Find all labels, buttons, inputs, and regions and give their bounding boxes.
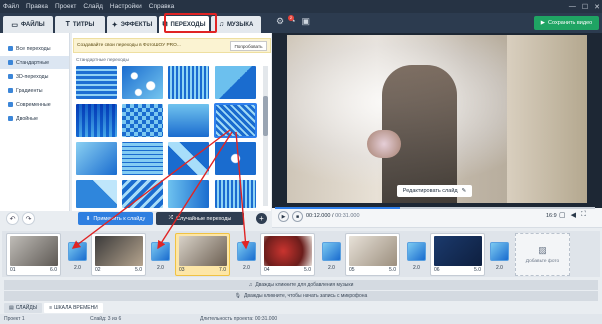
- app-window: Файл Правка Проект Слайд Настройки Справ…: [0, 0, 602, 324]
- annotation-arrows: [71, 129, 250, 250]
- arrow-to-second-transition: [157, 131, 233, 250]
- arrow-to-first-transition: [71, 129, 231, 249]
- arrow-to-third-transition: [235, 131, 250, 250]
